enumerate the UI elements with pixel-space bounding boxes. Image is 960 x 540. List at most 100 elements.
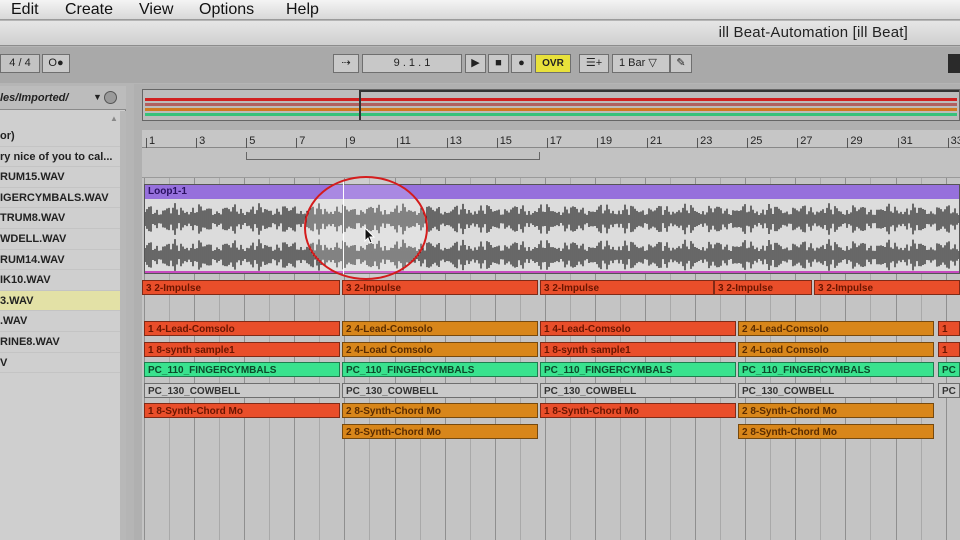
midi-clip[interactable]: 3 2-Impulse <box>142 280 340 295</box>
ruler-bar-number: 15 <box>499 135 512 147</box>
ruler-bar-number: 23 <box>700 135 713 147</box>
ruler-tick <box>747 138 749 148</box>
beat-time-ruler[interactable]: 1 3 5 7 9 11 13 15 17 19 21 23 25 27 29 31 33 <box>142 130 960 148</box>
arrangement-overview[interactable] <box>142 89 960 121</box>
ruler-bar-number: 3 <box>199 135 206 147</box>
follow-button[interactable]: O● <box>42 54 70 73</box>
ruler-tick <box>196 138 198 148</box>
chevron-down-icon[interactable]: ▼ <box>93 92 102 102</box>
browser-options-icon[interactable] <box>104 91 117 104</box>
midi-clip[interactable]: 2 4-Lead-Comsolo <box>738 321 934 336</box>
midi-clip[interactable]: PC_130_COWBELL <box>738 383 934 398</box>
ruler-bar-number: 27 <box>800 135 813 147</box>
browser-file-item[interactable]: or) <box>0 126 122 147</box>
ruler-tick <box>947 138 949 148</box>
browser-path[interactable]: les/Imported/ <box>0 92 68 104</box>
midi-clip[interactable]: 3 2-Impulse <box>540 280 714 295</box>
ruler-tick <box>897 138 899 148</box>
midi-clip[interactable]: 1 4-Lead-Comsolo <box>540 321 736 336</box>
track-area[interactable]: Loop1-1 3 2-Impulse 3 2-Impulse 3 2-Impuls… <box>142 178 960 540</box>
quantize-menu[interactable]: 1 Bar ▽ <box>612 54 670 73</box>
midi-clip[interactable]: 1 8-synth sample1 <box>144 342 340 357</box>
ruler-tick <box>546 138 548 148</box>
ruler-bar-number: 11 <box>399 135 411 147</box>
browser-file-item[interactable]: RUM15.WAV <box>0 167 122 188</box>
ruler-bar-number: 31 <box>900 135 913 147</box>
ruler-bar-number: 1 <box>149 135 156 147</box>
menu-help[interactable]: Help <box>286 0 319 20</box>
menu-edit[interactable]: Edit <box>11 0 39 20</box>
overview-visible-range[interactable] <box>359 90 959 120</box>
stop-button[interactable]: ■ <box>488 54 509 73</box>
midi-clip[interactable]: 1 8-synth sample1 <box>540 342 736 357</box>
midi-clip[interactable]: 3 2-Impulse <box>714 280 812 295</box>
song-position-display[interactable]: 9 . 1 . 1 <box>362 54 462 73</box>
browser-file-item[interactable]: WDELL.WAV <box>0 229 122 250</box>
mouse-pointer-icon <box>364 227 376 244</box>
overdub-button[interactable]: OVR <box>535 54 571 73</box>
loop-brace[interactable] <box>246 152 540 160</box>
midi-clip[interactable]: PC <box>938 362 960 377</box>
browser-file-item[interactable]: IK10.WAV <box>0 270 122 291</box>
ruler-bar-number: 13 <box>449 135 462 147</box>
browser-file-item[interactable]: RUM14.WAV <box>0 250 122 271</box>
browser-file-item[interactable]: RINE8.WAV <box>0 332 122 353</box>
browser-file-item[interactable]: ry nice of you to cal... <box>0 147 122 168</box>
right-edge-button[interactable] <box>948 54 960 73</box>
ruler-bar-number: 19 <box>599 135 613 147</box>
scroll-up-icon[interactable]: ▲ <box>110 114 118 123</box>
ruler-tick <box>596 138 598 148</box>
midi-clip[interactable]: 1 8-Synth-Chord Mo <box>144 403 340 418</box>
waveform-channel <box>145 203 959 235</box>
midi-clip[interactable]: PC_110_FINGERCYMBALS <box>342 362 538 377</box>
ruler-tick <box>797 138 799 148</box>
browser-scrollbar[interactable] <box>120 111 126 540</box>
play-button[interactable]: ▶ <box>465 54 486 73</box>
midi-clip[interactable]: PC_110_FINGERCYMBALS <box>540 362 736 377</box>
midi-clip[interactable]: PC_110_FINGERCYMBALS <box>738 362 934 377</box>
midi-clip[interactable]: 2 8-Synth-Chord Mo <box>342 424 538 439</box>
pencil-icon[interactable]: ✎ <box>670 54 692 73</box>
browser-file-item[interactable]: TRUM8.WAV <box>0 208 122 229</box>
midi-clip[interactable]: 1 <box>938 342 960 357</box>
midi-clip[interactable]: PC_130_COWBELL <box>540 383 736 398</box>
midi-clip[interactable]: 2 4-Load Comsolo <box>342 342 538 357</box>
menu-create[interactable]: Create <box>65 0 113 20</box>
back-to-arrangement-button[interactable]: ⇢ <box>333 54 359 73</box>
ruler-tick <box>296 138 298 148</box>
ruler-bar-number: 9 <box>349 135 356 147</box>
midi-clip[interactable]: 2 4-Lead-Comsolo <box>342 321 538 336</box>
midi-clip[interactable]: 2 8-Synth-Chord Mo <box>738 424 934 439</box>
midi-clip[interactable]: 3 2-Impulse <box>814 280 960 295</box>
midi-clip[interactable]: 2 8-Synth-Chord Mo <box>342 403 538 418</box>
midi-clip[interactable]: PC <box>938 383 960 398</box>
midi-clip[interactable]: 3 2-Impulse <box>342 280 538 295</box>
ruler-tick <box>246 138 248 148</box>
menu-options[interactable]: Options <box>199 0 254 20</box>
midi-clip[interactable]: PC_130_COWBELL <box>144 383 340 398</box>
record-button[interactable]: ● <box>511 54 532 73</box>
window-title: ill Beat-Automation [ill Beat] <box>718 24 908 41</box>
midi-clip[interactable]: 2 4-Load Comsolo <box>738 342 934 357</box>
time-signature-display[interactable]: 4 / 4 <box>0 54 40 73</box>
midi-clip[interactable]: PC_130_COWBELL <box>342 383 538 398</box>
midi-clip[interactable]: 1 8-Synth-Chord Mo <box>540 403 736 418</box>
midi-clip[interactable]: 1 4-Lead-Comsolo <box>144 321 340 336</box>
browser-file-item[interactable]: 3.WAV <box>0 290 122 312</box>
midi-clip[interactable]: 1 <box>938 321 960 336</box>
loop-brace-lane[interactable] <box>142 148 960 178</box>
midi-clip[interactable]: 2 8-Synth-Chord Mo <box>738 403 934 418</box>
browser-file-item[interactable]: V <box>0 353 122 374</box>
ruler-tick <box>496 138 498 148</box>
menu-view[interactable]: View <box>139 0 173 20</box>
browser-file-item[interactable]: .WAV <box>0 311 122 332</box>
draw-mode-button[interactable]: ☰+ <box>579 54 609 73</box>
waveform-channel <box>145 239 959 271</box>
midi-clip[interactable]: PC_110_FINGERCYMBALS <box>144 362 340 377</box>
ruler-tick <box>647 138 648 148</box>
ruler-bar-number: 33 <box>950 135 960 147</box>
ruler-tick <box>847 138 849 148</box>
ruler-tick <box>146 138 147 148</box>
audio-clip[interactable]: Loop1-1 <box>144 184 960 274</box>
browser-file-item[interactable]: IGERCYMBALS.WAV <box>0 188 122 209</box>
